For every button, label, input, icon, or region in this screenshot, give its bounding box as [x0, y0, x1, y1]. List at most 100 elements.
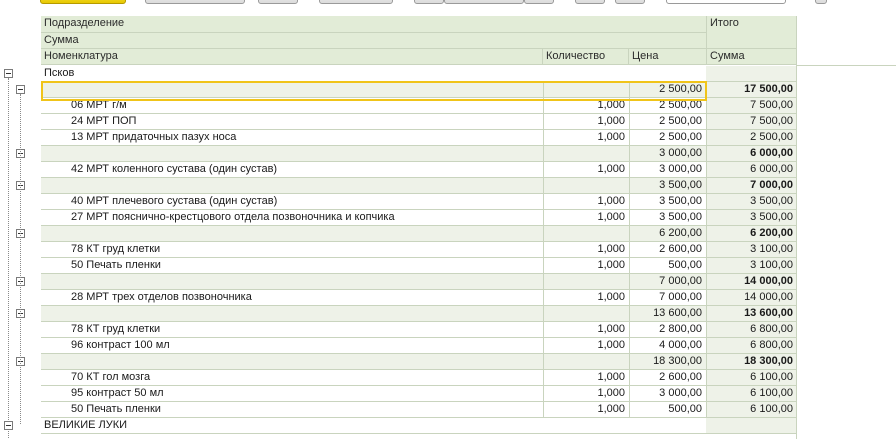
cell-price: 3 000,00: [659, 387, 702, 399]
column-divider: [706, 242, 707, 257]
toolbar-button-7[interactable]: [524, 0, 554, 4]
table-row[interactable]: 50 Печать пленки 1,000 500,00 3 100,00: [41, 258, 796, 274]
cell-price: 7 000,00: [659, 291, 702, 303]
cell-total: 6 100,00: [706, 386, 796, 401]
cell-total: 6 000,00: [706, 162, 796, 177]
cell-total: 6 800,00: [706, 338, 796, 353]
toolbar-button-2[interactable]: [145, 0, 245, 4]
cell-total: 3 500,00: [706, 194, 796, 209]
column-divider: [543, 130, 544, 145]
collapse-group-toggle-icon[interactable]: [16, 85, 25, 94]
header-total-sum[interactable]: Сумма: [706, 49, 796, 65]
column-divider: [629, 306, 630, 321]
table-row[interactable]: 78 КТ груд клетки 1,000 2 600,00 3 100,00: [41, 242, 796, 258]
cell-total: 6 800,00: [706, 322, 796, 337]
column-divider: [629, 274, 630, 289]
cell-quantity: 1,000: [597, 163, 625, 175]
column-divider: [706, 210, 707, 225]
column-divider: [543, 258, 544, 273]
group-row[interactable]: 6 200,00 6 200,00: [41, 226, 796, 242]
cell-quantity: 1,000: [597, 259, 625, 271]
column-divider: [706, 146, 707, 161]
column-divider: [629, 210, 630, 225]
column-divider: [543, 194, 544, 209]
table-row[interactable]: 40 МРТ плечевого сустава (один сустав) 1,…: [41, 194, 796, 210]
collapse-root-toggle-icon[interactable]: [4, 421, 13, 430]
cell-quantity: [543, 306, 629, 321]
cell-nomenclature: [41, 274, 543, 289]
cell-quantity: 1,000: [597, 99, 625, 111]
cell-total: 7 500,00: [706, 114, 796, 129]
group-row[interactable]: 13 600,00 13 600,00: [41, 306, 796, 322]
cell-nomenclature: [41, 146, 543, 161]
column-divider: [543, 370, 544, 385]
group-row[interactable]: 3 000,00 6 000,00: [41, 146, 796, 162]
column-divider: [706, 306, 707, 321]
toolbar-button-10[interactable]: [815, 0, 827, 4]
cell-price: 2 800,00: [659, 323, 702, 335]
cell-total: 7 000,00: [706, 178, 796, 193]
toolbar-input[interactable]: [666, 0, 786, 4]
header-divider: [796, 65, 896, 66]
column-divider: [629, 386, 630, 401]
cell-nomenclature: Псков: [44, 67, 75, 79]
toolbar-button-5[interactable]: [414, 0, 444, 4]
table-row[interactable]: 13 МРТ придаточных пазух носа 1,000 2 500,…: [41, 130, 796, 146]
cell-quantity: 1,000: [597, 195, 625, 207]
cell-nomenclature: [41, 82, 543, 97]
cell-total: 13 600,00: [706, 306, 796, 321]
table-row[interactable]: 06 МРТ г/м 1,000 2 500,00 7 500,00: [41, 98, 796, 114]
group-row[interactable]: 3 500,00 7 000,00: [41, 178, 796, 194]
table-row[interactable]: 24 МРТ ПОП 1,000 2 500,00 7 500,00: [41, 114, 796, 130]
column-divider: [543, 338, 544, 353]
table-row[interactable]: 78 КТ груд клетки 1,000 2 800,00 6 800,00: [41, 322, 796, 338]
cell-price: 2 500,00: [659, 131, 702, 143]
column-divider: [543, 114, 544, 129]
column-divider: [629, 162, 630, 177]
column-divider: [543, 354, 544, 369]
toolbar-button-8[interactable]: [575, 0, 605, 4]
toolbar-button-4[interactable]: [319, 0, 393, 4]
collapse-root-toggle-icon[interactable]: [4, 69, 13, 78]
toolbar: [0, 0, 896, 8]
column-divider: [629, 226, 630, 241]
column-divider: [706, 290, 707, 305]
table-row[interactable]: 27 МРТ пояснично-крестцового отдела позв…: [41, 210, 796, 226]
cell-price: 2 600,00: [659, 371, 702, 383]
header-subdivision[interactable]: Подразделение: [41, 16, 706, 33]
table-row[interactable]: 70 КТ гол мозга 1,000 2 600,00 6 100,00: [41, 370, 796, 386]
cell-quantity: 1,000: [597, 243, 625, 255]
table-row[interactable]: 95 контраст 50 мл 1,000 3 000,00 6 100,00: [41, 386, 796, 402]
cell-price: 3 500,00: [659, 211, 702, 223]
header-nomenclature[interactable]: Номенклатура: [41, 49, 543, 65]
table-row[interactable]: 28 МРТ трех отделов позвоночника 1,000 7 0…: [41, 290, 796, 306]
column-divider: [629, 290, 630, 305]
header-total[interactable]: Итого: [706, 16, 796, 49]
table-row[interactable]: 50 Печать пленки 1,000 500,00 6 100,00: [41, 402, 796, 418]
group-row[interactable]: 18 300,00 18 300,00: [41, 354, 796, 370]
table-row[interactable]: 42 МРТ коленного сустава (один сустав) 1,…: [41, 162, 796, 178]
cell-nomenclature: [41, 178, 543, 193]
cell-price: 3 000,00: [659, 147, 702, 159]
column-divider: [543, 98, 544, 113]
column-divider: [706, 162, 707, 177]
cell-nomenclature: 28 МРТ трех отделов позвоночника: [71, 291, 252, 303]
cell-quantity: [543, 178, 629, 193]
toolbar-primary-button[interactable]: [40, 0, 126, 4]
toolbar-button-9[interactable]: [615, 0, 645, 4]
group-row[interactable]: 7 000,00 14 000,00: [41, 274, 796, 290]
header-price[interactable]: Цена: [629, 49, 706, 65]
column-divider: [706, 194, 707, 209]
table-row[interactable]: 96 контраст 100 мл 1,000 4 000,00 6 800,00: [41, 338, 796, 354]
cell-total: 3 500,00: [706, 210, 796, 225]
root-row[interactable]: Псков: [41, 66, 796, 82]
header-sum[interactable]: Сумма: [41, 33, 706, 49]
cell-price: 3 500,00: [659, 179, 702, 191]
toolbar-button-3[interactable]: [258, 0, 298, 4]
cell-total: [706, 418, 796, 433]
toolbar-button-6[interactable]: [444, 0, 524, 4]
root-row[interactable]: ВЕЛИКИЕ ЛУКИ: [41, 418, 796, 434]
cell-quantity: 1,000: [597, 323, 625, 335]
group-row[interactable]: 2 500,00 17 500,00: [41, 82, 796, 98]
header-quantity[interactable]: Количество: [543, 49, 629, 65]
